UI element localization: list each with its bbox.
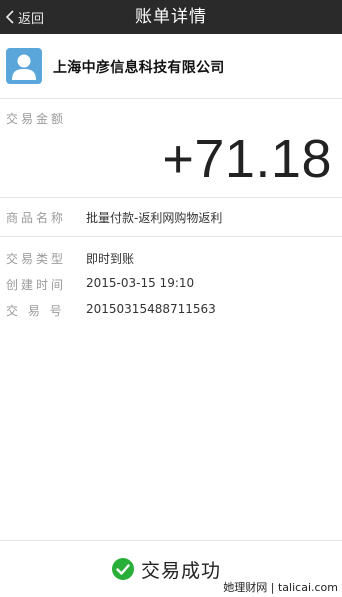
- footer: 交易成功 她理财网 | talicai.com: [0, 540, 342, 597]
- created-time-value: 2015-03-15 19:10: [86, 276, 195, 290]
- created-time-label: 创建时间: [6, 278, 67, 292]
- merchant-row: 上海中彦信息科技有限公司: [0, 44, 342, 90]
- check-circle-icon: [111, 557, 135, 581]
- person-icon: [6, 54, 42, 84]
- divider: [0, 197, 342, 198]
- amount-value: +71.18: [162, 129, 332, 189]
- trade-number-label: 交 易 号: [6, 304, 65, 318]
- product-label: 商品名称: [6, 211, 67, 225]
- trade-type-value: 即时到账: [86, 252, 135, 266]
- divider: [0, 236, 342, 237]
- avatar: [6, 48, 42, 84]
- amount-label: 交易金额: [6, 112, 67, 126]
- nav-bar: 返回 账单详情: [0, 0, 342, 34]
- watermark: 她理财网 | talicai.com: [223, 581, 338, 594]
- status-text: 交易成功: [141, 559, 222, 582]
- product-value: 批量付款-返利网购物返利: [86, 211, 223, 225]
- status-badge: 交易成功: [111, 555, 221, 583]
- divider: [0, 98, 342, 99]
- merchant-name: 上海中彦信息科技有限公司: [53, 60, 225, 76]
- trade-type-label: 交易类型: [6, 252, 67, 266]
- page-title: 账单详情: [135, 7, 207, 27]
- trade-number-value: 20150315488711563: [86, 302, 216, 316]
